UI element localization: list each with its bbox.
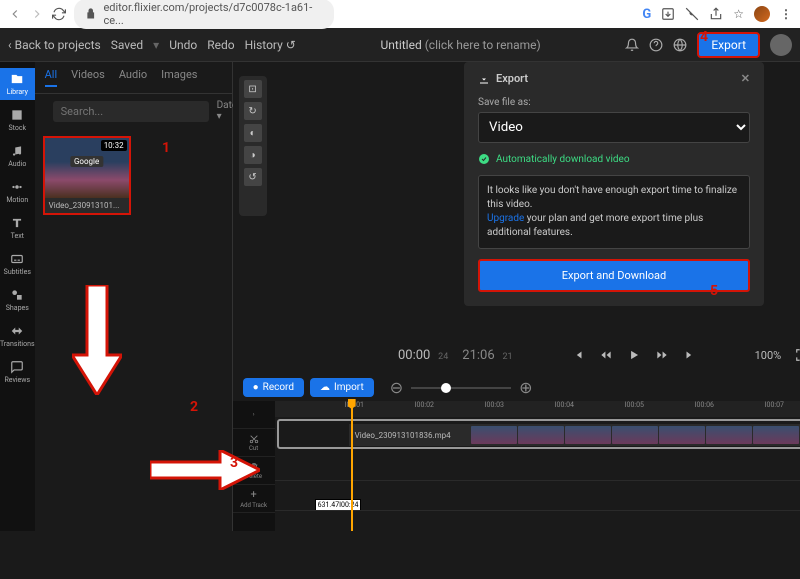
history-button[interactable]: History ↺ [245,38,296,52]
left-rail: Library Stock Audio Motion Text Subtitle… [0,62,35,531]
url-bar[interactable]: editor.flixier.com/projects/d7c0078c-1a6… [74,0,334,29]
skip-end-icon[interactable] [683,348,697,362]
tool-flip-h[interactable]: ◐ [244,124,262,142]
playhead[interactable] [351,401,353,531]
clip-name: Video_230913101... [45,198,129,213]
zoom-pct: 100% [755,349,782,362]
zoom-in-icon[interactable]: ⊕ [519,378,532,397]
timeline-track-2[interactable]: 631.47I00:24 [275,451,800,481]
tl-add-track[interactable]: +Add Track [233,485,275,513]
undo-button[interactable]: Undo [169,38,197,52]
rail-subtitles[interactable]: Subtitles [0,248,35,280]
lock-icon [84,7,97,21]
download-icon [478,73,490,85]
install-icon[interactable] [661,7,675,21]
timeline-track-3[interactable] [275,481,800,511]
export-button[interactable]: Export [697,32,760,58]
close-icon[interactable]: ✕ [741,72,750,85]
globe-icon[interactable] [673,38,687,52]
record-button[interactable]: ● Record [243,378,304,397]
export-title: Export [496,72,528,85]
google-icon[interactable]: G [642,7,651,22]
play-icon[interactable] [627,348,641,362]
star-icon[interactable]: ☆ [733,7,744,21]
rail-stock[interactable]: Stock [0,104,35,136]
menu-icon[interactable]: ⋮ [780,7,792,21]
canvas-tools: ⊡ ↻ ◐ ◑ ↺ [239,76,267,216]
back-icon[interactable] [8,7,22,21]
saved-status: Saved [111,38,143,52]
timeline-clip[interactable]: Video_230913101836.mp4 [349,424,800,446]
library-clip[interactable]: 10:32 Video_230913101... [43,136,131,215]
forward-icon[interactable] [30,7,44,21]
tl-cut[interactable]: Cut [233,429,275,457]
lib-tab-images[interactable]: Images [161,68,197,87]
rail-transitions[interactable]: Transitions [0,320,35,352]
zoom-slider[interactable]: ⊖ ⊕ [390,378,800,397]
rail-motion[interactable]: Motion [0,176,35,208]
back-to-projects[interactable]: ‹ Back to projects [8,38,101,52]
tool-crop[interactable]: ⊡ [244,80,262,98]
rail-shapes[interactable]: Shapes [0,284,35,316]
browser-avatar[interactable] [754,6,770,22]
clip-duration: 10:32 [101,140,127,151]
timeline-track-1[interactable]: Video_230913101836.mp4 [277,419,800,449]
check-icon [478,153,490,165]
eye-off-icon[interactable] [685,7,699,21]
zoom-out-icon[interactable]: ⊖ [390,378,403,397]
tool-undo[interactable]: ↺ [244,168,262,186]
project-title[interactable]: Untitled (click here to rename) [306,38,616,52]
fullscreen-icon[interactable] [795,348,800,362]
url-text: editor.flixier.com/projects/d7c0078c-1a6… [103,1,324,27]
share-icon[interactable] [709,7,723,21]
rail-reviews[interactable]: Reviews [0,356,35,388]
export-panel: Export ✕ Save file as: Video Automatical… [464,62,764,306]
timeline: › Cut Delete +Add Track I00:01I00:02I00:… [233,401,800,531]
playback-bar: 00:00 24 21:06 21 100% [233,336,800,374]
total-time: 21:06 21 [462,348,512,363]
format-select[interactable]: Video [478,112,750,143]
tool-redo[interactable]: ↻ [244,102,262,120]
upgrade-link[interactable]: Upgrade [487,213,524,224]
rail-audio[interactable]: Audio [0,140,35,172]
browser-bar: editor.flixier.com/projects/d7c0078c-1a6… [0,0,800,28]
lib-tab-videos[interactable]: Videos [71,68,105,87]
warning-box: It looks like you don't have enough expo… [478,175,750,249]
auto-download-toggle[interactable]: Automatically download video [478,153,750,165]
search-input[interactable] [53,101,209,122]
library-panel: All Videos Audio Images Date ▾ 10:32 Vid… [35,62,233,531]
skip-start-icon[interactable] [571,348,585,362]
tool-flip-v[interactable]: ◑ [244,146,262,164]
tl-delete[interactable]: Delete [233,457,275,485]
user-avatar[interactable] [770,34,792,56]
rewind-icon[interactable] [599,348,613,362]
forward-icon[interactable] [655,348,669,362]
help-icon[interactable] [649,38,663,52]
current-time: 00:00 24 [398,348,448,363]
app-topbar: ‹ Back to projects Saved ▾ Undo Redo His… [0,28,800,62]
lib-tab-audio[interactable]: Audio [119,68,147,87]
bell-icon[interactable] [625,38,639,52]
redo-button[interactable]: Redo [207,38,234,52]
save-as-label: Save file as: [478,97,531,108]
export-download-button[interactable]: Export and Download [478,259,750,292]
rail-text[interactable]: Text [0,212,35,244]
tl-expand[interactable]: › [233,401,275,429]
lib-tab-all[interactable]: All [45,68,58,87]
rail-library[interactable]: Library [0,68,35,100]
import-button[interactable]: ☁ Import [310,378,374,397]
reload-icon[interactable] [52,7,66,21]
